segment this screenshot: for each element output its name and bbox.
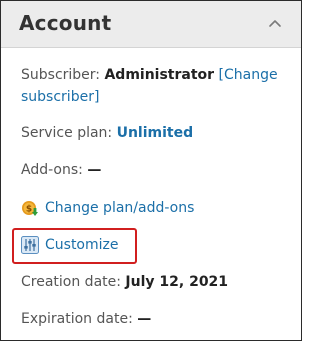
expiration-date-row: Expiration date: — xyxy=(21,308,293,330)
creation-date-value: July 12, 2021 xyxy=(125,274,229,290)
panel-title: Account xyxy=(19,11,112,35)
addons-label: Add-ons: xyxy=(21,162,83,178)
creation-date-label: Creation date: xyxy=(21,274,121,290)
panel-header[interactable]: Account xyxy=(1,1,301,48)
service-plan-link[interactable]: Unlimited xyxy=(117,125,194,141)
change-subscriber-link-part2[interactable]: subscriber] xyxy=(21,89,99,105)
expiration-date-value: — xyxy=(137,311,152,327)
subscriber-label: Subscriber: xyxy=(21,67,101,83)
change-plan-row[interactable]: $ Change plan/add-ons xyxy=(21,197,293,219)
change-subscriber-link-part1[interactable]: [Change xyxy=(219,67,278,83)
expiration-date-label: Expiration date: xyxy=(21,311,133,327)
plan-change-icon[interactable]: $ xyxy=(21,199,39,217)
customize-row[interactable]: Customize xyxy=(21,234,293,256)
creation-date-row: Creation date: July 12, 2021 xyxy=(21,271,293,293)
subscriber-value: Administrator xyxy=(104,67,215,83)
chevron-up-icon[interactable] xyxy=(265,14,285,34)
svg-text:$: $ xyxy=(26,205,32,215)
subscriber-row: Subscriber: Administrator [Change subscri… xyxy=(21,64,293,108)
sliders-icon[interactable] xyxy=(21,236,39,254)
account-panel: Account Subscriber: Administrator [Chang… xyxy=(0,0,302,341)
customize-link[interactable]: Customize xyxy=(45,234,119,256)
change-plan-link[interactable]: Change plan/add-ons xyxy=(45,197,194,219)
addons-value: — xyxy=(87,162,102,178)
addons-row: Add-ons: — xyxy=(21,159,293,181)
service-plan-label: Service plan: xyxy=(21,125,113,141)
service-plan-row: Service plan: Unlimited xyxy=(21,122,293,144)
